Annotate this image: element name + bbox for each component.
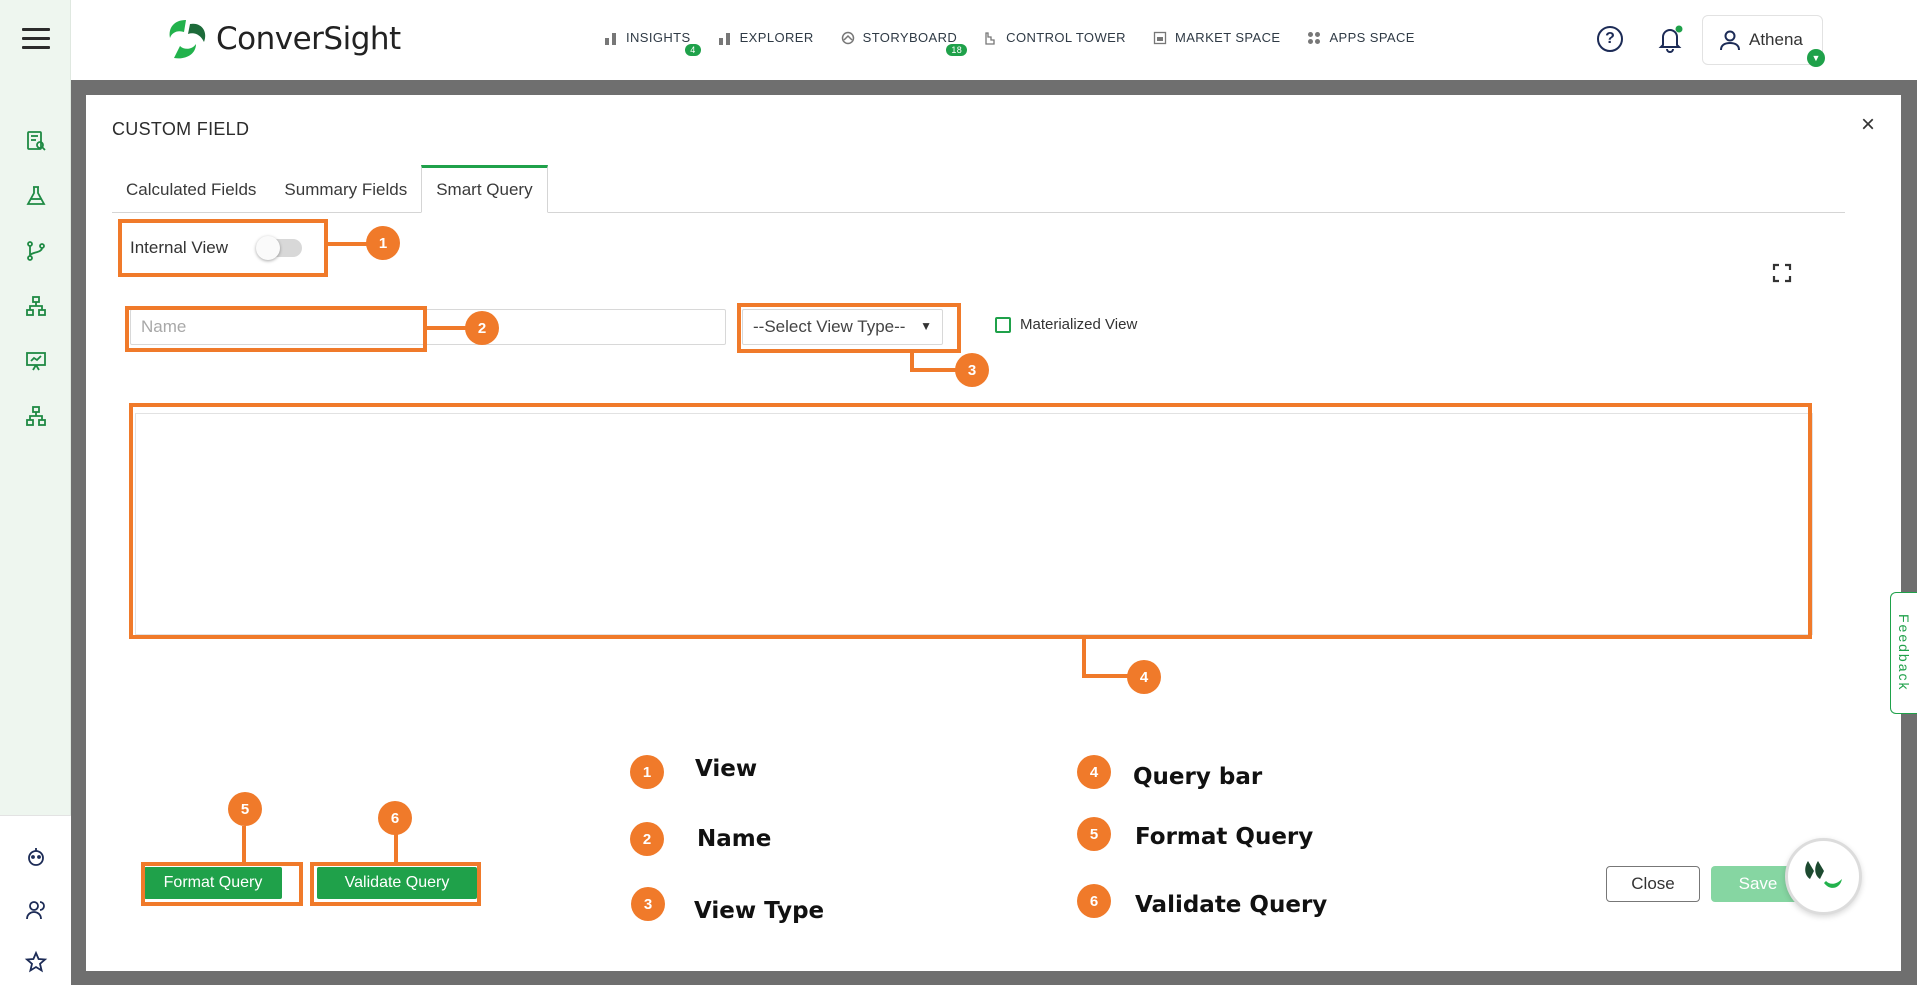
nav-insights[interactable]: INSIGHTS 4	[604, 30, 701, 56]
robot-icon[interactable]	[22, 843, 50, 871]
hierarchy-icon[interactable]	[22, 292, 50, 320]
legend-marker: 3	[631, 887, 665, 921]
annotation-marker: 1	[366, 226, 400, 260]
presentation-icon[interactable]	[22, 347, 50, 375]
materialized-view-label: Materialized View	[1020, 316, 1138, 333]
left-sidebar	[0, 0, 71, 985]
nav-apps-space[interactable]: APPS SPACE	[1307, 30, 1414, 45]
nav-label: MARKET SPACE	[1174, 30, 1281, 45]
grid-icon	[1308, 31, 1321, 44]
annotation-box-1	[118, 219, 328, 277]
legend-label: View	[695, 756, 758, 782]
legend-label: View Type	[694, 898, 825, 924]
tower-icon	[985, 31, 995, 45]
users-icon[interactable]	[22, 896, 50, 924]
close-button[interactable]: Close	[1606, 866, 1700, 902]
legend-marker: 1	[630, 755, 664, 789]
brand-name: ConverSight	[216, 21, 401, 57]
legend-label: Name	[697, 826, 772, 852]
legend-marker: 4	[1077, 755, 1111, 789]
legend-marker: 2	[630, 822, 664, 856]
nav-label: CONTROL TOWER	[1006, 30, 1126, 45]
star-icon[interactable]	[22, 948, 50, 976]
user-name: Athena	[1749, 30, 1803, 49]
annotation-line	[394, 834, 398, 862]
annotation-line	[242, 826, 246, 862]
legend-label: Query bar	[1133, 764, 1263, 790]
conversight-logo-icon	[169, 20, 206, 59]
annotation-box-3	[737, 303, 961, 353]
nav-badge: 18	[946, 44, 968, 56]
tab-smart-query[interactable]: Smart Query	[421, 165, 548, 213]
close-icon[interactable]: ×	[1861, 111, 1875, 139]
bar-chart-icon	[605, 32, 616, 45]
top-header: ConverSight INSIGHTS 4 EXPLORER STORYBOA…	[71, 0, 1917, 80]
feedback-tab[interactable]: Feedback	[1890, 592, 1917, 714]
annotation-line	[1082, 639, 1086, 677]
nav-control-tower[interactable]: CONTROL TOWER	[984, 30, 1126, 45]
tab-calculated-fields[interactable]: Calculated Fields	[112, 164, 270, 212]
annotation-marker: 6	[378, 801, 412, 835]
nav-label: INSIGHTS	[626, 30, 691, 45]
bell-icon[interactable]	[1657, 25, 1683, 53]
nav-label: EXPLORER	[739, 30, 814, 45]
nav-label: APPS SPACE	[1329, 30, 1415, 45]
fullscreen-icon[interactable]	[1772, 263, 1792, 283]
annotation-box-4	[129, 403, 1812, 639]
annotation-marker: 3	[955, 353, 989, 387]
checkbox-box[interactable]	[995, 316, 1011, 333]
nav-label: STORYBOARD	[862, 30, 958, 45]
nav-badge: 4	[685, 44, 701, 56]
tab-bar: Calculated Fields Summary Fields Smart Q…	[112, 165, 1845, 213]
legend-marker: 6	[1077, 884, 1111, 918]
chevron-down-icon[interactable]: ▼	[1807, 49, 1825, 67]
store-icon	[1153, 31, 1167, 44]
user-menu[interactable]: Athena	[1702, 15, 1823, 65]
legend-label: Format Query	[1135, 824, 1314, 850]
annotation-marker: 5	[228, 792, 262, 826]
annotation-marker: 2	[465, 311, 499, 345]
annotation-box-6	[310, 862, 481, 906]
hierarchy-icon[interactable]	[22, 402, 50, 430]
main-nav: INSIGHTS 4 EXPLORER STORYBOARD 18 CONTRO…	[604, 30, 1442, 56]
chat-assistant-button[interactable]	[1785, 838, 1862, 915]
feedback-label: Feedback	[1896, 614, 1912, 692]
storyboard-icon	[841, 31, 854, 44]
git-branch-icon[interactable]	[22, 237, 50, 265]
chat-logo-icon	[1804, 860, 1842, 888]
annotation-marker: 4	[1127, 660, 1161, 694]
materialized-view-checkbox[interactable]: Materialized View	[995, 316, 1137, 333]
annotation-line	[328, 242, 368, 246]
annotation-line	[427, 326, 467, 330]
tab-summary-fields[interactable]: Summary Fields	[270, 164, 421, 212]
modal-title: CUSTOM FIELD	[112, 119, 250, 139]
flask-icon[interactable]	[22, 182, 50, 210]
report-search-icon[interactable]	[22, 127, 50, 155]
legend-label: Validate Query	[1135, 892, 1328, 918]
bar-chart-icon	[718, 32, 730, 45]
annotation-box-2	[125, 306, 427, 352]
help-icon[interactable]: ?	[1597, 26, 1623, 52]
annotation-line	[910, 368, 960, 372]
legend-marker: 5	[1077, 817, 1111, 851]
nav-market-space[interactable]: MARKET SPACE	[1153, 30, 1280, 45]
nav-storyboard[interactable]: STORYBOARD 18	[841, 30, 968, 56]
annotation-box-5	[141, 862, 303, 906]
hamburger-menu-icon[interactable]	[22, 28, 50, 54]
sidebar-bottom	[0, 815, 71, 985]
brand-logo[interactable]: ConverSight	[166, 18, 401, 60]
nav-explorer[interactable]: EXPLORER	[718, 30, 814, 45]
user-icon	[1720, 30, 1740, 51]
